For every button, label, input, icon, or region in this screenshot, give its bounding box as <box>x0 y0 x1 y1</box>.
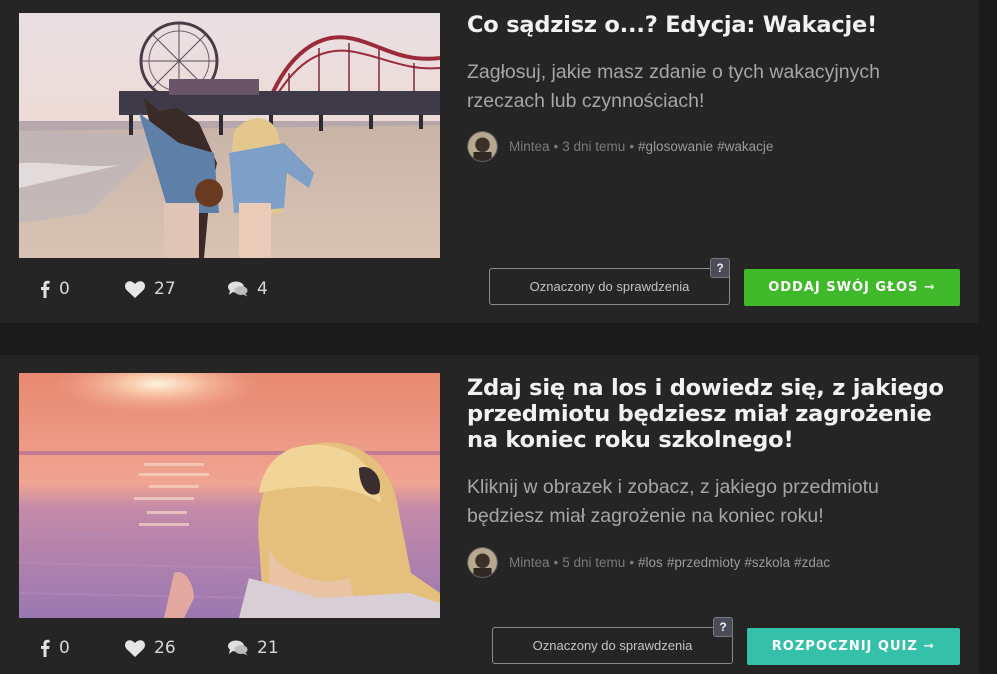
post-meta: Mintea • 3 dni temu • #glosowanie #wakac… <box>467 130 777 162</box>
comment-count: 21 <box>257 638 279 658</box>
tag-link[interactable]: #los <box>638 555 663 570</box>
comments-button[interactable]: 4 <box>228 279 268 299</box>
tag-link[interactable]: #wakacje <box>717 139 773 154</box>
question-icon[interactable]: ? <box>710 258 730 278</box>
like-count: 26 <box>154 638 176 658</box>
post-description: Zagłosuj, jakie masz zdanie o tych wakac… <box>467 61 880 113</box>
meta-separator: • <box>553 554 559 570</box>
comments-icon <box>228 640 248 656</box>
facebook-icon <box>41 639 50 657</box>
post-card: Zdaj się na los i dowiedz się, z jakiego… <box>0 355 979 674</box>
tag-link[interactable]: #glosowanie <box>638 139 713 154</box>
post-meta: Mintea • 5 dni temu • #los #przedmioty #… <box>467 546 834 578</box>
meta-separator: • <box>629 554 635 570</box>
post-stats: 0 26 21 <box>40 638 279 658</box>
flagged-for-review-button[interactable]: Oznaczony do sprawdzenia ? <box>489 258 730 305</box>
tag-link[interactable]: #przedmioty <box>667 555 741 570</box>
author-avatar[interactable] <box>467 546 498 578</box>
post-time: 3 dni temu <box>562 138 626 154</box>
post-card: Co sądzisz o...? Edycja: Wakacje! Zagłos… <box>0 0 979 323</box>
question-icon[interactable]: ? <box>713 617 733 637</box>
comments-button[interactable]: 21 <box>228 638 279 658</box>
tag-link[interactable]: #szkola <box>744 555 790 570</box>
post-stats: 0 27 4 <box>40 279 268 299</box>
share-count: 0 <box>59 638 70 658</box>
flagged-label: Oznaczony do sprawdzenia <box>529 279 690 294</box>
flagged-for-review-button[interactable]: Oznaczony do sprawdzenia ? <box>492 617 733 664</box>
like-count: 27 <box>154 279 176 299</box>
author-avatar[interactable] <box>467 130 498 162</box>
facebook-icon <box>41 280 50 298</box>
share-facebook-button[interactable]: 0 <box>40 279 125 299</box>
post-title[interactable]: Zdaj się na los i dowiedz się, z jakiego… <box>467 375 957 453</box>
post-time: 5 dni temu <box>562 554 626 570</box>
meta-separator: • <box>629 138 635 154</box>
share-facebook-button[interactable]: 0 <box>40 638 125 658</box>
heart-icon <box>125 280 145 298</box>
share-count: 0 <box>59 279 70 299</box>
heart-icon <box>125 639 145 657</box>
start-quiz-button[interactable]: ROZPOCZNIJ QUIZ ➞ <box>747 628 960 665</box>
comments-icon <box>228 281 248 297</box>
tag-link[interactable]: #zdac <box>794 555 830 570</box>
post-description: Kliknij w obrazek i zobacz, z jakiego pr… <box>467 476 879 528</box>
author-name[interactable]: Mintea <box>509 139 550 154</box>
post-thumbnail-sunset-girl[interactable] <box>19 373 440 618</box>
comment-count: 4 <box>257 279 268 299</box>
flagged-label: Oznaczony do sprawdzenia <box>532 638 693 653</box>
vote-button[interactable]: ODDAJ SWÓJ GŁOS ➞ <box>744 269 960 306</box>
author-name[interactable]: Mintea <box>509 555 550 570</box>
post-title[interactable]: Co sądzisz o...? Edycja: Wakacje! <box>467 12 957 38</box>
like-button[interactable]: 26 <box>125 638 228 658</box>
like-button[interactable]: 27 <box>125 279 228 299</box>
post-thumbnail-beach-pier[interactable] <box>19 13 440 258</box>
meta-separator: • <box>553 138 559 154</box>
